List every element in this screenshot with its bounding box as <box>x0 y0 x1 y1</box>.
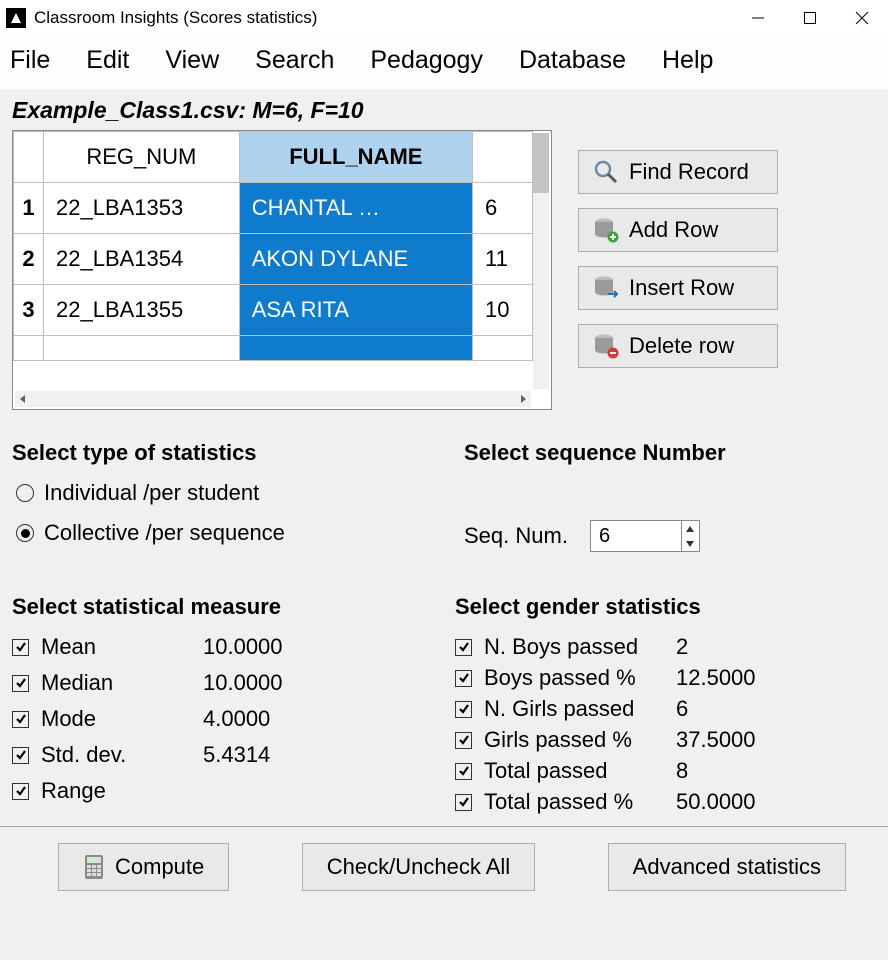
gender-row: N. Boys passed 2 <box>455 634 876 660</box>
compute-button[interactable]: Compute <box>58 843 229 891</box>
file-summary: Example_Class1.csv: M=6, F=10 <box>12 97 876 124</box>
gender-label: N. Girls passed <box>484 696 664 722</box>
table-row[interactable]: 1 22_LBA1353 CHANTAL … 6 <box>14 183 533 234</box>
menu-edit[interactable]: Edit <box>86 46 129 75</box>
gender-row: Total passed % 50.0000 <box>455 789 876 815</box>
measure-value: 5.4314 <box>203 742 270 768</box>
col-regnum[interactable]: REG_NUM <box>44 132 240 183</box>
measure-row: Mean 10.0000 <box>12 634 433 660</box>
close-button[interactable] <box>836 2 888 34</box>
checkbox-icon[interactable] <box>12 747 29 764</box>
gender-label: Girls passed % <box>484 727 664 753</box>
search-icon <box>593 159 619 185</box>
checkbox-icon[interactable] <box>12 639 29 656</box>
menu-view[interactable]: View <box>165 46 219 75</box>
gender-value: 50.0000 <box>676 789 756 815</box>
spinner-up-icon[interactable] <box>682 521 699 536</box>
gender-value: 2 <box>676 634 688 660</box>
checkbox-icon[interactable] <box>455 732 472 749</box>
checkbox-icon[interactable] <box>12 711 29 728</box>
measure-value: 4.0000 <box>203 706 270 732</box>
table-row[interactable]: 3 22_LBA1355 ASA RITA 10 <box>14 285 533 336</box>
menubar: File Edit View Search Pedagogy Database … <box>0 36 888 89</box>
gender-label: N. Boys passed <box>484 634 664 660</box>
seq-label: Seq. Num. <box>464 523 568 549</box>
checkbox-icon[interactable] <box>455 639 472 656</box>
calculator-icon <box>83 854 105 880</box>
titlebar: Classroom Insights (Scores statistics) <box>0 0 888 36</box>
app-icon <box>6 8 26 28</box>
menu-search[interactable]: Search <box>255 46 334 75</box>
measure-row: Range <box>12 778 433 804</box>
checkbox-icon[interactable] <box>455 763 472 780</box>
measure-label: Std. dev. <box>41 742 191 768</box>
checkbox-icon[interactable] <box>455 701 472 718</box>
col-score[interactable] <box>473 132 533 183</box>
checkbox-icon[interactable] <box>455 794 472 811</box>
measure-label: Median <box>41 670 191 696</box>
gender-label: Boys passed % <box>484 665 664 691</box>
radio-collective[interactable]: Collective /per sequence <box>16 520 424 546</box>
db-add-icon <box>593 217 619 243</box>
advanced-stats-button[interactable]: Advanced statistics <box>608 843 846 891</box>
gender-value: 37.5000 <box>676 727 756 753</box>
db-insert-icon <box>593 275 619 301</box>
col-fullname[interactable]: FULL_NAME <box>239 132 472 183</box>
window-title: Classroom Insights (Scores statistics) <box>34 8 317 28</box>
type-stats-title: Select type of statistics <box>12 440 424 466</box>
maximize-button[interactable] <box>784 2 836 34</box>
checkbox-icon[interactable] <box>12 675 29 692</box>
measure-label: Mode <box>41 706 191 732</box>
db-delete-icon <box>593 333 619 359</box>
menu-help[interactable]: Help <box>662 46 713 75</box>
measure-row: Median 10.0000 <box>12 670 433 696</box>
menu-file[interactable]: File <box>10 46 50 75</box>
check-uncheck-button[interactable]: Check/Uncheck All <box>302 843 535 891</box>
measure-row: Mode 4.0000 <box>12 706 433 732</box>
gender-row: Total passed 8 <box>455 758 876 784</box>
menu-pedagogy[interactable]: Pedagogy <box>370 46 483 75</box>
table-row[interactable] <box>14 336 533 361</box>
gender-row: N. Girls passed 6 <box>455 696 876 722</box>
measure-label: Range <box>41 778 191 804</box>
minimize-button[interactable] <box>732 2 784 34</box>
gender-value: 12.5000 <box>676 665 756 691</box>
gender-title: Select gender statistics <box>455 594 876 620</box>
horizontal-scrollbar[interactable] <box>15 391 531 407</box>
measure-value: 10.0000 <box>203 670 283 696</box>
checkbox-icon[interactable] <box>455 670 472 687</box>
gender-value: 8 <box>676 758 688 784</box>
find-record-button[interactable]: Find Record <box>578 150 778 194</box>
insert-row-button[interactable]: Insert Row <box>578 266 778 310</box>
measure-row: Std. dev. 5.4314 <box>12 742 433 768</box>
spinner-down-icon[interactable] <box>682 536 699 551</box>
measures-title: Select statistical measure <box>12 594 433 620</box>
delete-row-button[interactable]: Delete row <box>578 324 778 368</box>
gender-label: Total passed <box>484 758 664 784</box>
menu-database[interactable]: Database <box>519 46 626 75</box>
gender-row: Boys passed % 12.5000 <box>455 665 876 691</box>
add-row-button[interactable]: Add Row <box>578 208 778 252</box>
table-row[interactable]: 2 22_LBA1354 AKON DYLANE 11 <box>14 234 533 285</box>
measure-value: 10.0000 <box>203 634 283 660</box>
seq-title: Select sequence Number <box>464 440 876 466</box>
vertical-scrollbar[interactable] <box>533 133 549 389</box>
checkbox-icon[interactable] <box>12 783 29 800</box>
seq-spinner[interactable]: 6 <box>590 520 700 552</box>
data-table[interactable]: REG_NUM FULL_NAME 1 22_LBA1353 CHANTAL …… <box>12 130 552 410</box>
measure-label: Mean <box>41 634 191 660</box>
gender-row: Girls passed % 37.5000 <box>455 727 876 753</box>
gender-value: 6 <box>676 696 688 722</box>
gender-label: Total passed % <box>484 789 664 815</box>
radio-individual[interactable]: Individual /per student <box>16 480 424 506</box>
